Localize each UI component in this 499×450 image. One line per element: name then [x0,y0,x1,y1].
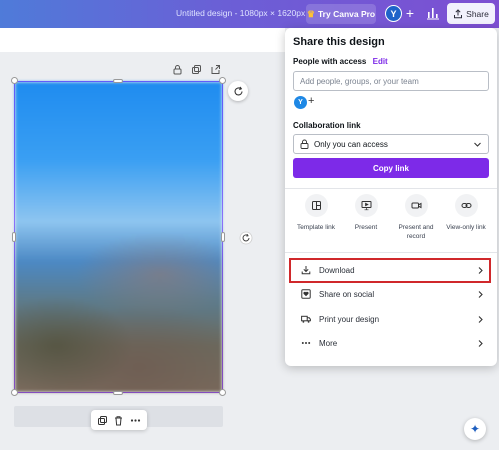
resize-handle[interactable] [219,77,226,84]
share-label: Share [466,8,489,19]
share-button[interactable]: Share [447,3,495,24]
lock-icon[interactable] [172,64,183,75]
copy-link-button[interactable]: Copy link [293,158,489,178]
menu-label: More [319,338,338,348]
insights-icon[interactable] [426,6,440,20]
canvas-header-strip [0,28,285,52]
record-icon [411,202,421,209]
try-canva-pro-button[interactable]: ♛ Try Canva Pro [306,4,376,24]
resize-handle[interactable] [219,389,226,396]
menu-label: Share on social [319,289,375,299]
template-link-option[interactable]: Template link [291,194,341,241]
chevron-right-icon [478,290,483,298]
chevron-right-icon [478,315,483,323]
magic-assistant-button[interactable]: ✦ [464,418,486,440]
sparkle-icon: ✦ [469,422,481,436]
lock-icon [300,139,309,149]
share-panel: Share this design People with access Edi… [285,28,497,366]
heart-icon [301,289,311,299]
collaboration-link-heading: Collaboration link [293,121,361,130]
add-page-icon[interactable] [210,64,221,75]
resize-handle[interactable] [113,79,123,83]
design-image [15,82,222,392]
edit-access-link[interactable]: Edit [373,57,388,66]
resize-handle[interactable] [11,77,18,84]
share-options-row: Template link Present Present and record [291,194,491,241]
resize-handle[interactable] [221,232,225,242]
people-with-access-heading: People with access Edit [293,57,388,66]
present-and-record-option[interactable]: Present and record [391,194,441,241]
duplicate-page-icon[interactable] [191,64,202,75]
upload-icon [454,8,463,18]
rotate-icon[interactable] [239,231,253,245]
avatar[interactable]: Y [294,96,307,109]
panel-title: Share this design [293,36,385,48]
top-bar: Untitled design - 1080px × 1620px ♛ Try … [0,0,499,28]
divider [285,188,497,189]
option-label: Present [354,224,378,231]
add-collaborator-icon[interactable]: + [403,5,417,22]
duplicate-icon[interactable] [97,415,108,426]
people-label: People with access [293,57,367,66]
crown-icon: ♛ [306,8,315,19]
add-person-icon[interactable]: + [308,95,314,107]
more-menu-item[interactable]: More [291,332,491,354]
view-only-link-option[interactable]: View-only link [441,194,491,241]
truck-icon [301,315,311,323]
print-design-menu-item[interactable]: Print your design [291,308,491,330]
link-icon [461,203,471,208]
document-title[interactable]: Untitled design - 1080px × 1620px [176,8,305,18]
access-dropdown[interactable]: Only you can access [293,134,489,154]
refresh-button[interactable] [228,81,248,101]
more-icon [301,342,311,344]
avatar[interactable]: Y [385,5,402,22]
page-tools [172,64,221,75]
resize-handle[interactable] [12,232,16,242]
present-option[interactable]: Present [341,194,391,241]
share-on-social-menu-item[interactable]: Share on social [291,283,491,305]
download-highlight-box [289,258,491,283]
template-icon [311,201,321,210]
option-label: Present and record [398,224,434,240]
element-toolbar [91,410,147,430]
add-people-input[interactable] [293,71,489,91]
try-pro-label: Try Canva Pro [317,9,376,19]
resize-handle[interactable] [11,389,18,396]
trash-icon[interactable] [113,415,124,426]
more-options-icon[interactable] [130,415,141,426]
access-value: Only you can access [314,139,388,149]
chevron-right-icon [478,339,483,347]
chevron-down-icon [474,142,481,147]
option-label: Template link [297,224,335,231]
present-icon [361,201,371,211]
resize-handle[interactable] [113,391,123,395]
design-canvas[interactable] [14,81,223,393]
refresh-icon [233,86,243,95]
option-label: View-only link [446,224,486,231]
menu-label: Print your design [319,314,380,324]
divider [285,252,497,253]
